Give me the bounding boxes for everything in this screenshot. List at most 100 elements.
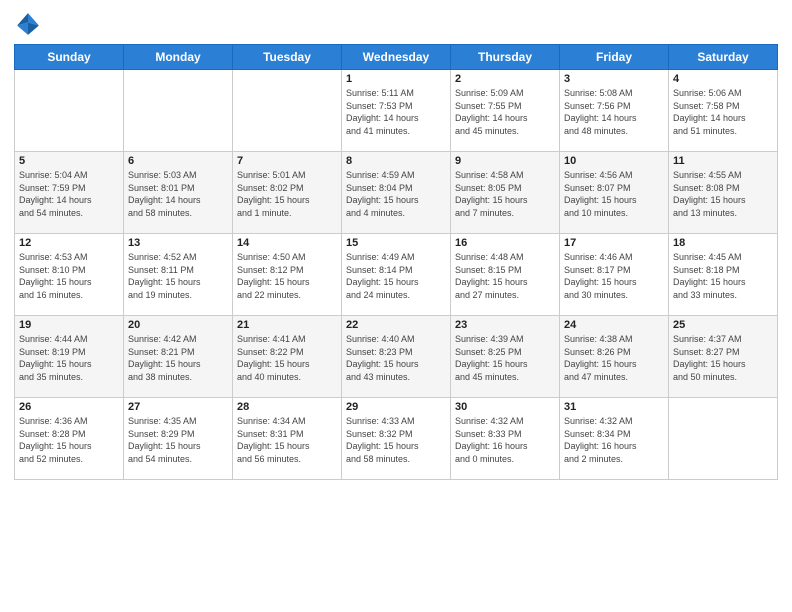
day-info: Sunrise: 4:56 AM Sunset: 8:07 PM Dayligh… — [564, 169, 664, 219]
weekday-header-wednesday: Wednesday — [342, 45, 451, 70]
day-info: Sunrise: 4:37 AM Sunset: 8:27 PM Dayligh… — [673, 333, 773, 383]
logo-icon — [14, 10, 42, 38]
day-number: 10 — [564, 155, 664, 167]
calendar-cell: 14 Sunrise: 4:50 AM Sunset: 8:12 PM Dayli… — [233, 234, 342, 316]
calendar-cell: 23 Sunrise: 4:39 AM Sunset: 8:25 PM Dayli… — [451, 316, 560, 398]
day-number: 1 — [346, 73, 446, 85]
calendar-cell: 4Sunrise: 5:06 AM Sunset: 7:58 PM Daylig… — [669, 70, 778, 152]
day-info: Sunrise: 4:42 AM Sunset: 8:21 PM Dayligh… — [128, 333, 228, 383]
calendar-cell: 15 Sunrise: 4:49 AM Sunset: 8:14 PM Dayli… — [342, 234, 451, 316]
calendar-cell: 12Sunrise: 4:53 AM Sunset: 8:10 PM Dayli… — [15, 234, 124, 316]
day-number: 18 — [673, 237, 773, 249]
day-number: 22 — [346, 319, 446, 331]
day-info: Sunrise: 4:49 AM Sunset: 8:14 PM Dayligh… — [346, 251, 446, 301]
calendar-cell: 11 Sunrise: 4:55 AM Sunset: 8:08 PM Dayli… — [669, 152, 778, 234]
weekday-header-tuesday: Tuesday — [233, 45, 342, 70]
day-info: Sunrise: 4:39 AM Sunset: 8:25 PM Dayligh… — [455, 333, 555, 383]
day-number: 13 — [128, 237, 228, 249]
calendar-cell: 25 Sunrise: 4:37 AM Sunset: 8:27 PM Dayli… — [669, 316, 778, 398]
calendar-cell: 26 Sunrise: 4:36 AM Sunset: 8:28 PM Dayli… — [15, 398, 124, 480]
day-info: Sunrise: 4:34 AM Sunset: 8:31 PM Dayligh… — [237, 415, 337, 465]
day-info: Sunrise: 4:40 AM Sunset: 8:23 PM Dayligh… — [346, 333, 446, 383]
calendar-cell: 20 Sunrise: 4:42 AM Sunset: 8:21 PM Dayli… — [124, 316, 233, 398]
day-number: 25 — [673, 319, 773, 331]
calendar-cell — [124, 70, 233, 152]
calendar-cell — [233, 70, 342, 152]
weekday-header-sunday: Sunday — [15, 45, 124, 70]
calendar-cell: 29 Sunrise: 4:33 AM Sunset: 8:32 PM Dayli… — [342, 398, 451, 480]
day-info: Sunrise: 4:59 AM Sunset: 8:04 PM Dayligh… — [346, 169, 446, 219]
calendar-week-2: 5 Sunrise: 5:04 AM Sunset: 7:59 PM Daylig… — [15, 152, 778, 234]
day-number: 8 — [346, 155, 446, 167]
day-info: Sunrise: 4:53 AM Sunset: 8:10 PM Dayligh… — [19, 251, 119, 301]
day-number: 9 — [455, 155, 555, 167]
header — [14, 10, 778, 38]
calendar-table: SundayMondayTuesdayWednesdayThursdayFrid… — [14, 44, 778, 480]
day-number: 31 — [564, 401, 664, 413]
calendar-cell: 31 Sunrise: 4:32 AM Sunset: 8:34 PM Dayli… — [560, 398, 669, 480]
day-number: 6 — [128, 155, 228, 167]
day-number: 16 — [455, 237, 555, 249]
day-info: Sunrise: 4:50 AM Sunset: 8:12 PM Dayligh… — [237, 251, 337, 301]
logo — [14, 10, 44, 38]
day-info: Sunrise: 4:36 AM Sunset: 8:28 PM Dayligh… — [19, 415, 119, 465]
day-number: 3 — [564, 73, 664, 85]
day-number: 2 — [455, 73, 555, 85]
day-number: 11 — [673, 155, 773, 167]
day-info: Sunrise: 4:46 AM Sunset: 8:17 PM Dayligh… — [564, 251, 664, 301]
calendar-cell: 21 Sunrise: 4:41 AM Sunset: 8:22 PM Dayli… — [233, 316, 342, 398]
day-number: 20 — [128, 319, 228, 331]
weekday-header-thursday: Thursday — [451, 45, 560, 70]
day-info: Sunrise: 4:35 AM Sunset: 8:29 PM Dayligh… — [128, 415, 228, 465]
calendar-cell: 8 Sunrise: 4:59 AM Sunset: 8:04 PM Daylig… — [342, 152, 451, 234]
day-info: Sunrise: 4:48 AM Sunset: 8:15 PM Dayligh… — [455, 251, 555, 301]
calendar-cell — [669, 398, 778, 480]
calendar-cell: 13 Sunrise: 4:52 AM Sunset: 8:11 PM Dayli… — [124, 234, 233, 316]
day-number: 23 — [455, 319, 555, 331]
calendar-week-3: 12Sunrise: 4:53 AM Sunset: 8:10 PM Dayli… — [15, 234, 778, 316]
day-number: 14 — [237, 237, 337, 249]
day-number: 29 — [346, 401, 446, 413]
calendar-cell: 22 Sunrise: 4:40 AM Sunset: 8:23 PM Dayli… — [342, 316, 451, 398]
day-info: Sunrise: 4:44 AM Sunset: 8:19 PM Dayligh… — [19, 333, 119, 383]
calendar-week-4: 19Sunrise: 4:44 AM Sunset: 8:19 PM Dayli… — [15, 316, 778, 398]
day-info: Sunrise: 4:58 AM Sunset: 8:05 PM Dayligh… — [455, 169, 555, 219]
weekday-header-monday: Monday — [124, 45, 233, 70]
day-number: 5 — [19, 155, 119, 167]
day-number: 27 — [128, 401, 228, 413]
day-info: Sunrise: 4:52 AM Sunset: 8:11 PM Dayligh… — [128, 251, 228, 301]
day-number: 26 — [19, 401, 119, 413]
calendar-cell: 1 Sunrise: 5:11 AM Sunset: 7:53 PM Daylig… — [342, 70, 451, 152]
day-info: Sunrise: 5:03 AM Sunset: 8:01 PM Dayligh… — [128, 169, 228, 219]
day-info: Sunrise: 4:33 AM Sunset: 8:32 PM Dayligh… — [346, 415, 446, 465]
day-number: 21 — [237, 319, 337, 331]
day-number: 30 — [455, 401, 555, 413]
calendar-cell: 3Sunrise: 5:08 AM Sunset: 7:56 PM Daylig… — [560, 70, 669, 152]
day-info: Sunrise: 5:04 AM Sunset: 7:59 PM Dayligh… — [19, 169, 119, 219]
weekday-header-friday: Friday — [560, 45, 669, 70]
day-number: 15 — [346, 237, 446, 249]
day-number: 17 — [564, 237, 664, 249]
calendar-cell: 17 Sunrise: 4:46 AM Sunset: 8:17 PM Dayli… — [560, 234, 669, 316]
weekday-header-row: SundayMondayTuesdayWednesdayThursdayFrid… — [15, 45, 778, 70]
day-info: Sunrise: 5:09 AM Sunset: 7:55 PM Dayligh… — [455, 87, 555, 137]
calendar-cell: 6 Sunrise: 5:03 AM Sunset: 8:01 PM Daylig… — [124, 152, 233, 234]
day-info: Sunrise: 5:01 AM Sunset: 8:02 PM Dayligh… — [237, 169, 337, 219]
weekday-header-saturday: Saturday — [669, 45, 778, 70]
day-info: Sunrise: 5:06 AM Sunset: 7:58 PM Dayligh… — [673, 87, 773, 137]
calendar-cell: 30 Sunrise: 4:32 AM Sunset: 8:33 PM Dayli… — [451, 398, 560, 480]
day-info: Sunrise: 4:32 AM Sunset: 8:33 PM Dayligh… — [455, 415, 555, 465]
calendar-week-1: 1 Sunrise: 5:11 AM Sunset: 7:53 PM Daylig… — [15, 70, 778, 152]
day-number: 28 — [237, 401, 337, 413]
calendar-cell: 24Sunrise: 4:38 AM Sunset: 8:26 PM Dayli… — [560, 316, 669, 398]
day-info: Sunrise: 5:11 AM Sunset: 7:53 PM Dayligh… — [346, 87, 446, 137]
day-info: Sunrise: 4:45 AM Sunset: 8:18 PM Dayligh… — [673, 251, 773, 301]
day-info: Sunrise: 4:41 AM Sunset: 8:22 PM Dayligh… — [237, 333, 337, 383]
calendar-cell: 19Sunrise: 4:44 AM Sunset: 8:19 PM Dayli… — [15, 316, 124, 398]
day-info: Sunrise: 4:55 AM Sunset: 8:08 PM Dayligh… — [673, 169, 773, 219]
day-info: Sunrise: 4:32 AM Sunset: 8:34 PM Dayligh… — [564, 415, 664, 465]
calendar-cell: 7Sunrise: 5:01 AM Sunset: 8:02 PM Daylig… — [233, 152, 342, 234]
day-info: Sunrise: 4:38 AM Sunset: 8:26 PM Dayligh… — [564, 333, 664, 383]
calendar-cell: 28 Sunrise: 4:34 AM Sunset: 8:31 PM Dayli… — [233, 398, 342, 480]
calendar-cell: 18 Sunrise: 4:45 AM Sunset: 8:18 PM Dayli… — [669, 234, 778, 316]
